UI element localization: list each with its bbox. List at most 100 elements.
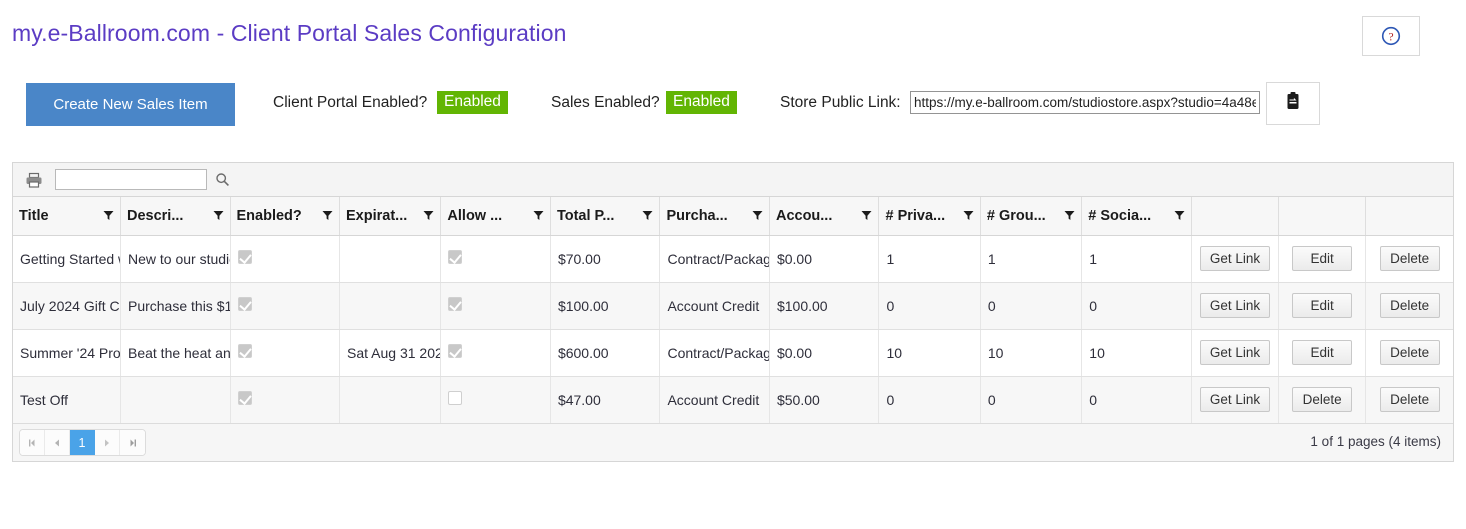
cell-description: New to our studio? Start here! xyxy=(120,235,231,283)
column-header-title[interactable]: Title xyxy=(13,197,121,236)
column-header-label: Descri... xyxy=(126,207,184,224)
cell-expiration xyxy=(339,376,442,423)
column-header-purchase-type[interactable]: Purcha... xyxy=(659,197,770,236)
column-header-label: # Socia... xyxy=(1088,207,1152,224)
allow-checkbox[interactable] xyxy=(448,297,463,311)
filter-funnel-icon[interactable] xyxy=(213,210,224,221)
cell-private-count: 0 xyxy=(878,282,981,330)
allow-checkbox[interactable] xyxy=(448,391,463,406)
cell-purchase-type: Account Credit xyxy=(659,282,770,330)
cell-enabled xyxy=(230,282,341,330)
get-link-button[interactable]: Get Link xyxy=(1199,293,1271,318)
store-public-link-label: Store Public Link: xyxy=(780,94,901,111)
cell-private-count: 1 xyxy=(878,235,981,283)
cell-group-count: 1 xyxy=(980,235,1083,283)
filter-funnel-icon[interactable] xyxy=(1064,210,1075,221)
store-public-link-input[interactable] xyxy=(910,91,1260,114)
pager-info: 1 of 1 pages (4 items) xyxy=(1310,434,1441,449)
cell-allow xyxy=(440,235,551,283)
copy-link-button[interactable] xyxy=(1266,82,1320,125)
column-header-label: Title xyxy=(19,207,49,224)
edit-button[interactable]: Edit xyxy=(1292,340,1353,365)
cell-allow xyxy=(440,282,551,330)
allow-checkbox[interactable] xyxy=(448,250,463,264)
enabled-checkbox[interactable] xyxy=(237,344,252,358)
grid-pager-row: 1 1 of 1 pages (4 items) xyxy=(13,423,1453,461)
edit-button[interactable]: Delete xyxy=(1292,387,1353,413)
enabled-checkbox[interactable] xyxy=(237,391,252,406)
cell-title: Test Off xyxy=(13,376,121,423)
grid-toolbar xyxy=(13,163,1453,197)
action-bar: Create New Sales Item Client Portal Enab… xyxy=(0,78,1466,134)
column-header-get-link xyxy=(1191,197,1280,236)
cell-enabled xyxy=(230,376,341,423)
delete-button[interactable]: Delete xyxy=(1379,340,1440,365)
cell-title: Summer '24 Promotion xyxy=(13,329,121,377)
filter-funnel-icon[interactable] xyxy=(322,210,333,221)
delete-button[interactable]: Delete xyxy=(1379,387,1440,413)
cell-account-credit: $0.00 xyxy=(769,235,880,283)
client-portal-enabled-badge: Enabled xyxy=(437,91,508,114)
enabled-checkbox[interactable] xyxy=(237,297,252,311)
get-link-button[interactable]: Get Link xyxy=(1199,246,1271,271)
column-header-delete xyxy=(1365,197,1453,236)
filter-funnel-icon[interactable] xyxy=(752,210,763,221)
pager-next-button[interactable] xyxy=(95,430,120,455)
column-header-enabled[interactable]: Enabled? xyxy=(230,197,341,236)
column-header-social-count[interactable]: # Socia... xyxy=(1081,197,1192,236)
column-header-label: # Priva... xyxy=(885,207,946,224)
delete-button[interactable]: Delete xyxy=(1379,246,1440,271)
filter-funnel-icon[interactable] xyxy=(533,210,544,221)
pager-last-button[interactable] xyxy=(120,430,145,455)
pager-page-1-button[interactable]: 1 xyxy=(70,430,95,455)
cell-expiration xyxy=(339,282,442,330)
enabled-checkbox[interactable] xyxy=(237,250,252,264)
svg-text:?: ? xyxy=(1388,31,1393,43)
filter-funnel-icon[interactable] xyxy=(861,210,872,221)
table-row: Getting Started with Dance New to our st… xyxy=(13,235,1453,283)
get-link-button[interactable]: Get Link xyxy=(1199,340,1271,365)
cell-enabled xyxy=(230,235,341,283)
filter-funnel-icon[interactable] xyxy=(103,210,114,221)
create-new-sales-item-button[interactable]: Create New Sales Item xyxy=(26,83,235,126)
column-header-allow[interactable]: Allow ... xyxy=(440,197,551,236)
pager-prev-button[interactable] xyxy=(45,430,70,455)
cell-purchase-type: Account Credit xyxy=(659,376,770,423)
cell-account-credit: $50.00 xyxy=(769,376,880,423)
sales-enabled-label: Sales Enabled? xyxy=(551,94,660,111)
cell-group-count: 0 xyxy=(980,282,1083,330)
page-title: my.e-Ballroom.com - Client Portal Sales … xyxy=(12,20,567,46)
filter-funnel-icon[interactable] xyxy=(963,210,974,221)
cell-total-price: $600.00 xyxy=(550,329,661,377)
cell-group-count: 0 xyxy=(980,376,1083,423)
column-header-account-credit[interactable]: Accou... xyxy=(769,197,880,236)
edit-button[interactable]: Edit xyxy=(1292,246,1353,271)
allow-checkbox[interactable] xyxy=(448,344,463,358)
search-icon[interactable] xyxy=(215,172,230,187)
delete-button[interactable]: Delete xyxy=(1379,293,1440,318)
cell-total-price: $47.00 xyxy=(550,376,661,423)
column-header-expiration[interactable]: Expirat... xyxy=(339,197,442,236)
cell-social-count: 0 xyxy=(1081,376,1192,423)
cell-description: Purchase this $100 gift card xyxy=(120,282,231,330)
filter-funnel-icon[interactable] xyxy=(1174,210,1185,221)
help-button[interactable]: ? xyxy=(1362,16,1420,56)
cell-expiration: Sat Aug 31 2024 xyxy=(339,329,442,377)
cell-account-credit: $0.00 xyxy=(769,329,880,377)
column-header-group-count[interactable]: # Grou... xyxy=(980,197,1083,236)
cell-purchase-type: Contract/Package xyxy=(659,235,770,283)
column-header-total-price[interactable]: Total P... xyxy=(550,197,661,236)
filter-funnel-icon[interactable] xyxy=(423,210,434,221)
search-input[interactable] xyxy=(55,169,207,190)
column-header-description[interactable]: Descri... xyxy=(120,197,231,236)
cell-private-count: 0 xyxy=(878,376,981,423)
printer-icon[interactable] xyxy=(23,169,45,191)
get-link-button[interactable]: Get Link xyxy=(1199,387,1271,413)
edit-button[interactable]: Edit xyxy=(1292,293,1353,318)
column-header-label: Allow ... xyxy=(447,207,503,224)
filter-funnel-icon[interactable] xyxy=(642,210,653,221)
cell-group-count: 10 xyxy=(980,329,1083,377)
column-header-private-count[interactable]: # Priva... xyxy=(878,197,981,236)
column-header-label: Total P... xyxy=(556,207,615,224)
pager-first-button[interactable] xyxy=(20,430,45,455)
